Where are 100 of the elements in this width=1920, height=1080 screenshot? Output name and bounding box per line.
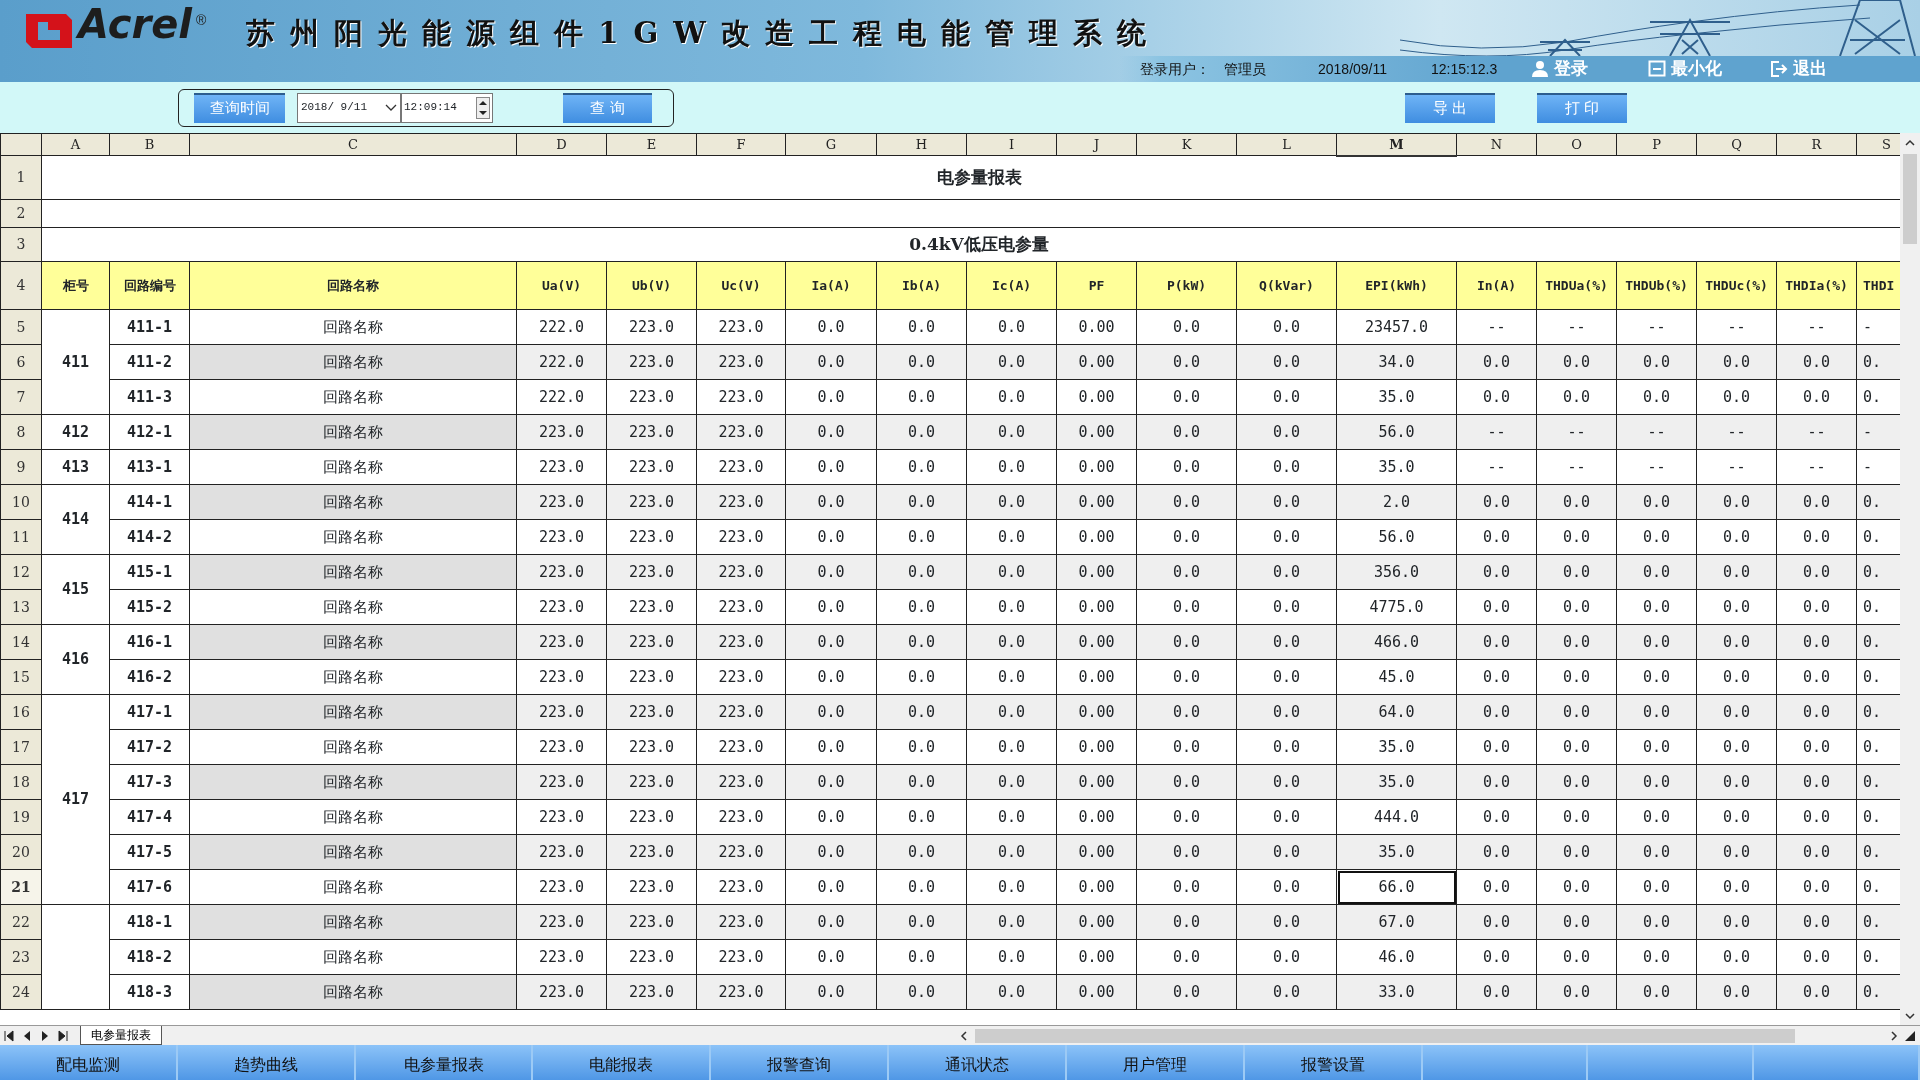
row-header[interactable]: 21 <box>0 869 42 905</box>
row-header[interactable]: 9 <box>0 449 42 485</box>
column-header[interactable]: Q <box>1696 133 1777 156</box>
table-cell: 417-5 <box>109 834 190 870</box>
nav-tab[interactable]: 通讯状态 <box>889 1045 1067 1080</box>
spinner-icon[interactable] <box>476 96 490 119</box>
scroll-right-icon[interactable] <box>1889 1029 1899 1042</box>
table-cell: 回路名称 <box>189 729 517 765</box>
column-header[interactable]: R <box>1776 133 1857 156</box>
last-sheet-icon[interactable] <box>56 1028 70 1043</box>
table-cell: 223.0 <box>606 554 697 590</box>
table-cell: 0.0 <box>1136 344 1237 380</box>
row-header[interactable]: 6 <box>0 344 42 380</box>
table-cell: 0.0 <box>1236 449 1337 485</box>
user-label: 登录用户： <box>1140 59 1210 79</box>
table-cell: 回路名称 <box>189 414 517 450</box>
column-title: In(A) <box>1456 261 1537 310</box>
table-cell: 0.0 <box>1236 659 1337 695</box>
table-cell: 0.0 <box>1616 939 1697 975</box>
nav-tab[interactable]: 趋势曲线 <box>177 1045 356 1080</box>
row-header[interactable]: 13 <box>0 589 42 625</box>
table-cell: 223.0 <box>606 939 697 975</box>
column-header[interactable]: O <box>1536 133 1617 156</box>
row-header[interactable]: 20 <box>0 834 42 870</box>
row-header[interactable]: 1 <box>0 155 42 200</box>
nav-tab[interactable]: 用户管理 <box>1066 1045 1245 1080</box>
table-cell: -- <box>1696 449 1777 485</box>
table-cell: 223.0 <box>516 519 607 555</box>
first-sheet-icon[interactable] <box>2 1028 16 1043</box>
column-header[interactable]: P <box>1616 133 1697 156</box>
column-header[interactable]: H <box>876 133 967 156</box>
table-cell: 0.0 <box>1136 414 1237 450</box>
row-header[interactable]: 24 <box>0 974 42 1010</box>
caret-icon[interactable] <box>385 103 397 112</box>
table-cell: 46.0 <box>1336 939 1457 975</box>
table-cell: 0.0 <box>1236 624 1337 660</box>
row-header[interactable]: 19 <box>0 799 42 835</box>
nav-tab[interactable]: 报警设置 <box>1244 1045 1423 1080</box>
nav-tab[interactable]: 报警查询 <box>711 1045 890 1080</box>
scrollbar-thumb[interactable] <box>1903 154 1917 244</box>
table-cell: 0.00 <box>1056 974 1137 1010</box>
row-header[interactable]: 3 <box>0 227 42 262</box>
row-header[interactable]: 18 <box>0 764 42 800</box>
table-cell: -- <box>1616 309 1697 345</box>
table-cell: 0.0 <box>1776 344 1857 380</box>
table-cell: 0.0 <box>1236 379 1337 415</box>
table-cell: 0.0 <box>1616 834 1697 870</box>
nav-tab[interactable]: 电参量报表 <box>355 1045 534 1080</box>
column-header[interactable]: S <box>1856 133 1900 156</box>
column-header[interactable]: N <box>1456 133 1537 156</box>
column-header[interactable]: E <box>606 133 697 156</box>
scrollbar-thumb[interactable] <box>975 1028 1795 1043</box>
column-header[interactable]: J <box>1056 133 1137 156</box>
column-header[interactable]: A <box>41 133 110 156</box>
table-cell: 0.0 <box>1536 764 1617 800</box>
row-header[interactable]: 8 <box>0 414 42 450</box>
row-header[interactable]: 16 <box>0 694 42 730</box>
row-header[interactable]: 17 <box>0 729 42 765</box>
nav-tab[interactable]: 配电监测 <box>0 1045 178 1080</box>
column-header[interactable]: D <box>516 133 607 156</box>
row-header[interactable]: 4 <box>0 261 42 310</box>
row-header[interactable]: 11 <box>0 519 42 555</box>
column-header[interactable]: G <box>785 133 877 156</box>
column-header[interactable]: I <box>966 133 1057 156</box>
row-header[interactable]: 12 <box>0 554 42 590</box>
table-cell: 0.0 <box>785 764 877 800</box>
scroll-down-icon[interactable] <box>1904 1011 1916 1021</box>
date-field[interactable]: 2018/ 9/11 <box>297 92 401 123</box>
scroll-up-icon[interactable] <box>1904 138 1916 148</box>
row-header[interactable]: 5 <box>0 309 42 345</box>
table-cell: 414-2 <box>109 519 190 555</box>
select-all-corner[interactable] <box>0 133 42 156</box>
row-header[interactable]: 2 <box>0 199 42 228</box>
table-cell: -- <box>1696 414 1777 450</box>
time-field[interactable]: 12:09:14 <box>401 92 493 123</box>
sheet-tab[interactable]: 电参量报表 <box>80 1026 162 1045</box>
table-cell: 223.0 <box>696 414 786 450</box>
table-cell: 412-1 <box>109 414 190 450</box>
column-header[interactable]: C <box>189 133 517 156</box>
row-header[interactable]: 10 <box>0 484 42 520</box>
column-header[interactable]: M <box>1336 133 1457 156</box>
column-header[interactable]: K <box>1136 133 1237 156</box>
table-cell: 0.0 <box>1456 834 1537 870</box>
row-header[interactable]: 22 <box>0 904 42 940</box>
vertical-scrollbar[interactable] <box>1900 133 1920 1025</box>
table-cell: 0.0 <box>1536 694 1617 730</box>
row-header[interactable]: 15 <box>0 659 42 695</box>
scroll-left-icon[interactable] <box>959 1029 969 1042</box>
table-cell: 0.0 <box>785 484 877 520</box>
table-cell: 416-2 <box>109 659 190 695</box>
horizontal-scrollbar[interactable] <box>959 1026 1899 1045</box>
table-cell: 223.0 <box>606 344 697 380</box>
nav-tab[interactable]: 电能报表 <box>533 1045 712 1080</box>
column-header[interactable]: L <box>1236 133 1337 156</box>
row-header[interactable]: 23 <box>0 939 42 975</box>
table-cell: 223.0 <box>696 939 786 975</box>
column-header[interactable]: B <box>109 133 190 156</box>
row-header[interactable]: 7 <box>0 379 42 415</box>
column-header[interactable]: F <box>696 133 786 156</box>
row-header[interactable]: 14 <box>0 624 42 660</box>
